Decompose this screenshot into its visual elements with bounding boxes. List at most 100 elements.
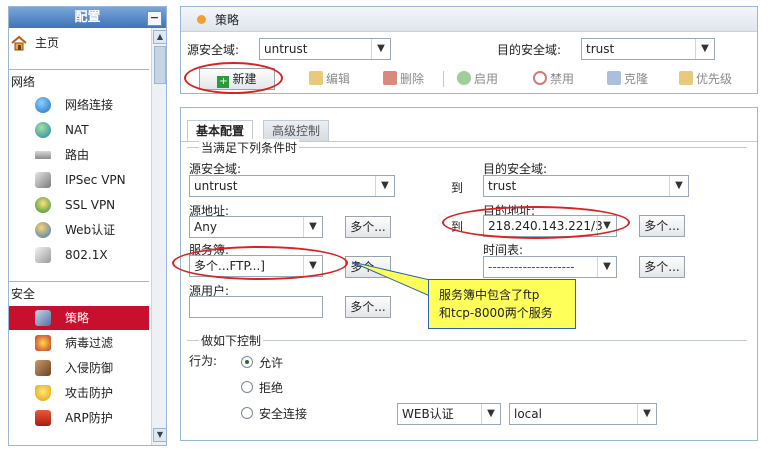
action-deny-radio[interactable]: 拒绝 bbox=[241, 379, 361, 395]
ipsec-vpn-icon bbox=[35, 172, 51, 188]
select-value: trust bbox=[586, 42, 615, 56]
src-addr-more-button[interactable]: 多个... bbox=[345, 216, 391, 238]
enable-button[interactable]: 启用 bbox=[457, 69, 498, 89]
radio-label: 允许 bbox=[259, 356, 284, 370]
tab-basic[interactable]: 基本配置 bbox=[187, 120, 254, 141]
panel-title: 策略 bbox=[215, 13, 240, 27]
radio-label: 拒绝 bbox=[259, 381, 284, 395]
policy-icon bbox=[35, 310, 51, 326]
sidebar-item-label: 主页 bbox=[35, 36, 60, 50]
intrusion-prevention-icon bbox=[35, 360, 51, 376]
attack-protection-icon bbox=[35, 385, 51, 401]
highlight-service bbox=[172, 246, 348, 280]
priority-button[interactable]: 优先级 bbox=[679, 69, 732, 89]
disable-button[interactable]: 禁用 bbox=[533, 69, 574, 89]
dst-zone-select[interactable]: trust ▼ bbox=[483, 175, 689, 197]
nat-globe-icon bbox=[35, 122, 51, 138]
src-addr-select[interactable]: Any ▼ bbox=[189, 216, 323, 238]
sidebar-item-label: Web认证 bbox=[65, 223, 116, 237]
src-zone-select[interactable]: untrust ▼ bbox=[189, 175, 395, 197]
src-user-input[interactable] bbox=[189, 296, 323, 318]
dst-zone-select[interactable]: trust ▼ bbox=[581, 38, 715, 60]
select-value: -------------------- bbox=[488, 260, 575, 274]
sidebar-item-label: 入侵防御 bbox=[65, 361, 114, 375]
home-icon bbox=[11, 35, 27, 51]
scroll-thumb[interactable] bbox=[154, 46, 166, 84]
sidebar-item-home[interactable]: 主页 bbox=[9, 31, 149, 55]
chevron-down-icon: ▼ bbox=[669, 176, 688, 196]
dot1x-icon bbox=[35, 247, 51, 263]
sidebar-item-ssl-vpn[interactable]: SSL VPN bbox=[9, 193, 149, 217]
sidebar-item-label: 802.1X bbox=[65, 248, 108, 262]
sidebar: 配置 − 主页 网络 网络连接 NAT 路由 IPSec VPN SSL VPN… bbox=[8, 6, 167, 446]
sidebar-item-nat[interactable]: NAT bbox=[9, 118, 149, 142]
collapse-button[interactable]: − bbox=[147, 11, 162, 26]
radio-label: 安全连接 bbox=[259, 407, 308, 421]
sidebar-item-web-auth[interactable]: Web认证 bbox=[9, 218, 149, 242]
sidebar-item-network-connection[interactable]: 网络连接 bbox=[9, 93, 149, 117]
dst-addr-more-button[interactable]: 多个... bbox=[639, 215, 685, 237]
sidebar-scrollbar[interactable]: ▲ ▼ bbox=[151, 28, 166, 445]
chevron-down-icon: ▼ bbox=[695, 39, 714, 59]
select-value: untrust bbox=[194, 179, 238, 193]
action-label: 行为: bbox=[189, 354, 218, 368]
section-title-security: 安全 bbox=[11, 287, 36, 301]
scroll-down-icon[interactable]: ▼ bbox=[153, 428, 166, 442]
select-value: WEB认证 bbox=[402, 407, 454, 421]
sidebar-item-ipsec-vpn[interactable]: IPSec VPN bbox=[9, 168, 149, 192]
ban-icon bbox=[533, 71, 547, 85]
divider bbox=[9, 69, 149, 70]
chevron-down-icon: ▼ bbox=[375, 176, 394, 196]
select-value: trust bbox=[488, 179, 517, 193]
sidebar-item-label: 攻击防护 bbox=[65, 386, 114, 400]
sidebar-item-virus-filter[interactable]: 病毒过滤 bbox=[9, 331, 149, 355]
to-label: 到 bbox=[451, 181, 464, 195]
sidebar-item-label: NAT bbox=[65, 123, 89, 137]
edit-button-label: 编辑 bbox=[326, 72, 351, 86]
schedule-select[interactable]: -------------------- ▼ bbox=[483, 256, 617, 278]
sidebar-item-arp-protection[interactable]: ARP防护 bbox=[9, 406, 149, 430]
arp-protection-icon bbox=[35, 410, 51, 426]
sidebar-item-label: 网络连接 bbox=[65, 98, 114, 112]
sidebar-item-policy[interactable]: 策略 bbox=[9, 306, 149, 330]
highlight-dst-address bbox=[442, 206, 630, 239]
sidebar-title: 配置 bbox=[9, 7, 166, 28]
edit-icon bbox=[309, 71, 323, 85]
web-auth-icon bbox=[35, 222, 51, 238]
chevron-down-icon: ▼ bbox=[637, 404, 656, 424]
highlight-new-button bbox=[184, 62, 283, 94]
radio-checked-icon bbox=[241, 356, 253, 368]
group-title-action: 做如下控制 bbox=[199, 332, 264, 349]
group-title-conditions: 当满足下列条件时 bbox=[199, 139, 300, 156]
action-secure-radio[interactable]: 安全连接 bbox=[241, 405, 361, 421]
auth-server-select[interactable]: local ▼ bbox=[509, 403, 657, 425]
sidebar-item-attack-protection[interactable]: 攻击防护 bbox=[9, 381, 149, 405]
src-zone-select[interactable]: untrust ▼ bbox=[259, 38, 391, 60]
sidebar-item-label: 病毒过滤 bbox=[65, 336, 114, 350]
delete-button-label: 删除 bbox=[400, 72, 425, 86]
scroll-up-icon[interactable]: ▲ bbox=[153, 30, 166, 44]
priority-button-label: 优先级 bbox=[696, 72, 733, 86]
clone-icon bbox=[607, 71, 621, 85]
auth-type-select[interactable]: WEB认证 ▼ bbox=[397, 403, 501, 425]
dst-zone-label: 目的安全域: bbox=[497, 43, 562, 57]
edit-button[interactable]: 编辑 bbox=[309, 69, 350, 89]
schedule-more-button[interactable]: 多个... bbox=[639, 256, 685, 278]
sidebar-item-routing[interactable]: 路由 bbox=[9, 143, 149, 167]
src-zone-label: 源安全域: bbox=[187, 43, 240, 57]
divider bbox=[9, 281, 149, 282]
enable-button-label: 启用 bbox=[474, 72, 499, 86]
sidebar-item-8021x[interactable]: 802.1X bbox=[9, 243, 149, 267]
action-allow-radio[interactable]: 允许 bbox=[241, 354, 361, 370]
clone-button[interactable]: 克隆 bbox=[607, 69, 648, 89]
sidebar-item-intrusion-prevention[interactable]: 入侵防御 bbox=[9, 356, 149, 380]
callout-text-line2: 和tcp-8000两个服务 bbox=[439, 306, 553, 320]
priority-icon bbox=[679, 71, 693, 85]
sidebar-item-label: IPSec VPN bbox=[65, 173, 126, 187]
delete-button[interactable]: 删除 bbox=[383, 69, 424, 89]
panel-header: 策略 bbox=[181, 7, 757, 32]
chevron-down-icon: ▼ bbox=[303, 217, 322, 237]
trash-icon bbox=[383, 71, 397, 85]
select-value: local bbox=[514, 407, 542, 421]
select-value: untrust bbox=[264, 42, 308, 56]
